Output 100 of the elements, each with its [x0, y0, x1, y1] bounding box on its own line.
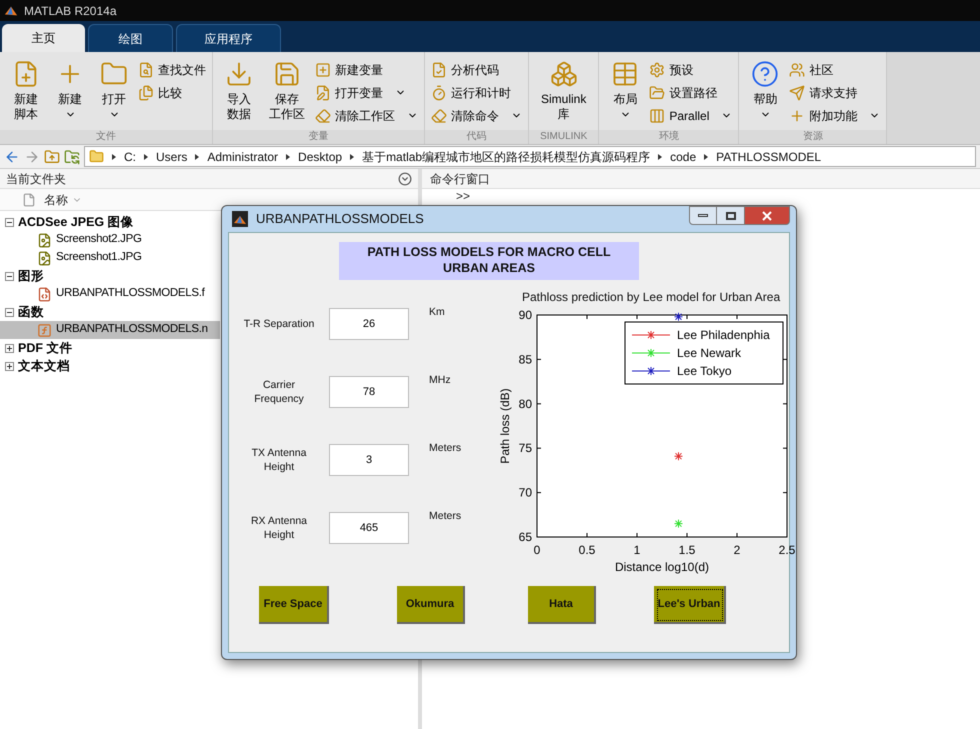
breadcrumb-item[interactable]: Desktop	[298, 148, 342, 166]
y-tick-label: 90	[518, 308, 532, 322]
expand-toggle-icon[interactable]	[5, 362, 14, 370]
download-icon	[225, 60, 253, 88]
folder-browse-icon[interactable]	[64, 148, 80, 164]
input-field[interactable]: 465	[329, 512, 409, 544]
ribbon-button[interactable]: 保存 工作区	[263, 56, 311, 130]
ribbon-tab[interactable]: 应用程序	[176, 24, 281, 52]
unit-label: Meters	[429, 441, 462, 456]
back-arrow-icon[interactable]	[4, 148, 20, 164]
panel-heading: PATH LOSS MODELS FOR MACRO CELL URBAN AREAS	[339, 242, 639, 280]
breadcrumb-item[interactable]: PATHLOSSMODEL	[716, 148, 822, 166]
y-tick-label: 80	[518, 396, 532, 411]
breadcrumb-arrow-icon	[144, 154, 148, 160]
group-label: PDF 文件	[18, 340, 72, 357]
ribbon-button[interactable]: 清除工作区	[315, 104, 418, 127]
breadcrumb-arrow-icon	[350, 154, 354, 160]
ribbon-button[interactable]: 分析代码	[431, 58, 522, 81]
close-icon	[762, 210, 772, 220]
folder-up-icon[interactable]	[44, 148, 60, 164]
ribbon-group-label: 资源	[739, 130, 886, 144]
group-label: ACDSee JPEG 图像	[18, 214, 134, 231]
figure-file-icon	[37, 286, 52, 302]
ribbon-button[interactable]: 社区	[789, 58, 880, 81]
image-file-icon	[37, 250, 52, 266]
maximize-button[interactable]	[717, 206, 744, 225]
ribbon-tab[interactable]: 绘图	[88, 24, 173, 52]
y-tick-label: 85	[518, 352, 532, 366]
group-label: 图形	[18, 268, 44, 285]
parallel-bars-icon	[649, 108, 666, 124]
expand-toggle-icon[interactable]	[5, 344, 14, 352]
file-row[interactable]: URBANPATHLOSSMODELS.f	[0, 285, 220, 303]
model-button[interactable]: Hata	[528, 586, 596, 624]
close-button[interactable]	[744, 206, 790, 225]
folder-icon	[89, 149, 104, 164]
collapse-toggle-icon[interactable]	[5, 272, 14, 280]
ribbon-button[interactable]: Simulink 库	[535, 56, 592, 130]
field-label: RX Antenna Height	[250, 514, 308, 542]
ribbon-button[interactable]: Parallel	[649, 104, 732, 127]
ribbon-button[interactable]: 打开变量	[315, 81, 418, 104]
settings-icon	[649, 62, 666, 78]
breadcrumb-item[interactable]: Administrator	[207, 148, 278, 166]
ribbon-group-label: 环境	[599, 130, 738, 144]
function-file-icon	[37, 322, 52, 338]
ribbon-button[interactable]: 帮助	[745, 56, 786, 130]
breadcrumb-item[interactable]: code	[670, 148, 696, 166]
app-title: MATLAB R2014a	[24, 2, 116, 20]
column-header[interactable]: 名称	[44, 190, 82, 208]
model-button[interactable]: Free Space	[259, 586, 329, 624]
ribbon-button[interactable]: 新建变量	[315, 58, 418, 81]
model-button[interactable]: Lee's Urban	[654, 586, 726, 624]
ribbon-tab[interactable]: 主页	[2, 24, 85, 52]
y-tick-label: 65	[518, 530, 532, 544]
breadcrumb-arrow-icon	[112, 154, 116, 160]
input-field[interactable]: 78	[329, 376, 409, 408]
ribbon-button[interactable]: 预设	[649, 58, 732, 81]
x-tick-label: 2.5	[778, 543, 796, 557]
request-icon	[789, 84, 806, 100]
app-logo-icon	[232, 211, 248, 227]
layout-icon	[611, 60, 640, 88]
ribbon-button[interactable]: 附加功能	[789, 104, 880, 127]
panel-menu-icon[interactable]	[398, 172, 412, 186]
file-row[interactable]: URBANPATHLOSSMODELS.n	[0, 321, 220, 339]
ribbon-button[interactable]: 清除命令	[431, 104, 522, 127]
x-tick-label: 2	[734, 543, 741, 557]
unit-label: Km	[429, 305, 445, 320]
eraser-icon	[315, 108, 331, 124]
ribbon-button[interactable]: 新建 脚本	[6, 56, 46, 130]
save-icon	[273, 60, 301, 88]
people-icon	[789, 62, 806, 78]
breadcrumb-arrow-icon	[286, 154, 290, 160]
ribbon-button[interactable]: 导入 数据	[219, 56, 259, 130]
help-icon	[751, 60, 780, 88]
panel-title: 当前文件夹	[6, 170, 66, 188]
ribbon-button[interactable]: 比较	[138, 81, 206, 104]
block-library-icon	[550, 60, 578, 88]
breadcrumb-item[interactable]: Users	[156, 148, 188, 166]
collapse-toggle-icon[interactable]	[5, 218, 14, 226]
input-field[interactable]: 3	[329, 444, 409, 476]
ribbon-button[interactable]: 新建	[50, 56, 90, 130]
minimize-button[interactable]	[689, 206, 717, 225]
input-field[interactable]: 26	[329, 308, 409, 340]
address-bar[interactable]: C: Users Administrator Desktop 基于matlab编程城市地区的路径损耗模型仿真源码程序 code PATHLOSSMODEL	[84, 146, 976, 167]
compare-files-icon	[138, 84, 154, 100]
ribbon-button[interactable]: 请求支持	[789, 81, 880, 104]
breadcrumb-arrow-icon	[704, 154, 708, 160]
chart-title: Pathloss prediction by Lee model for Urban Area	[522, 290, 780, 304]
ribbon-button[interactable]: 查找文件	[138, 58, 206, 81]
file-row[interactable]: Screenshot2.JPG	[0, 231, 220, 249]
ribbon-button[interactable]: 布局	[605, 56, 646, 130]
ribbon-button[interactable]: 打开	[94, 56, 134, 130]
breadcrumb-item[interactable]: C:	[124, 148, 136, 166]
ribbon-button[interactable]: 设置路径	[649, 81, 732, 104]
file-row[interactable]: Screenshot1.JPG	[0, 249, 220, 267]
group-label: 文本文档	[18, 358, 70, 375]
ribbon-button[interactable]: 运行和计时	[431, 81, 522, 104]
model-button[interactable]: Okumura	[397, 586, 465, 624]
panel-title: 命令行窗口	[430, 170, 490, 188]
collapse-toggle-icon[interactable]	[5, 308, 14, 316]
breadcrumb-item[interactable]: 基于matlab编程城市地区的路径损耗模型仿真源码程序	[362, 148, 650, 166]
